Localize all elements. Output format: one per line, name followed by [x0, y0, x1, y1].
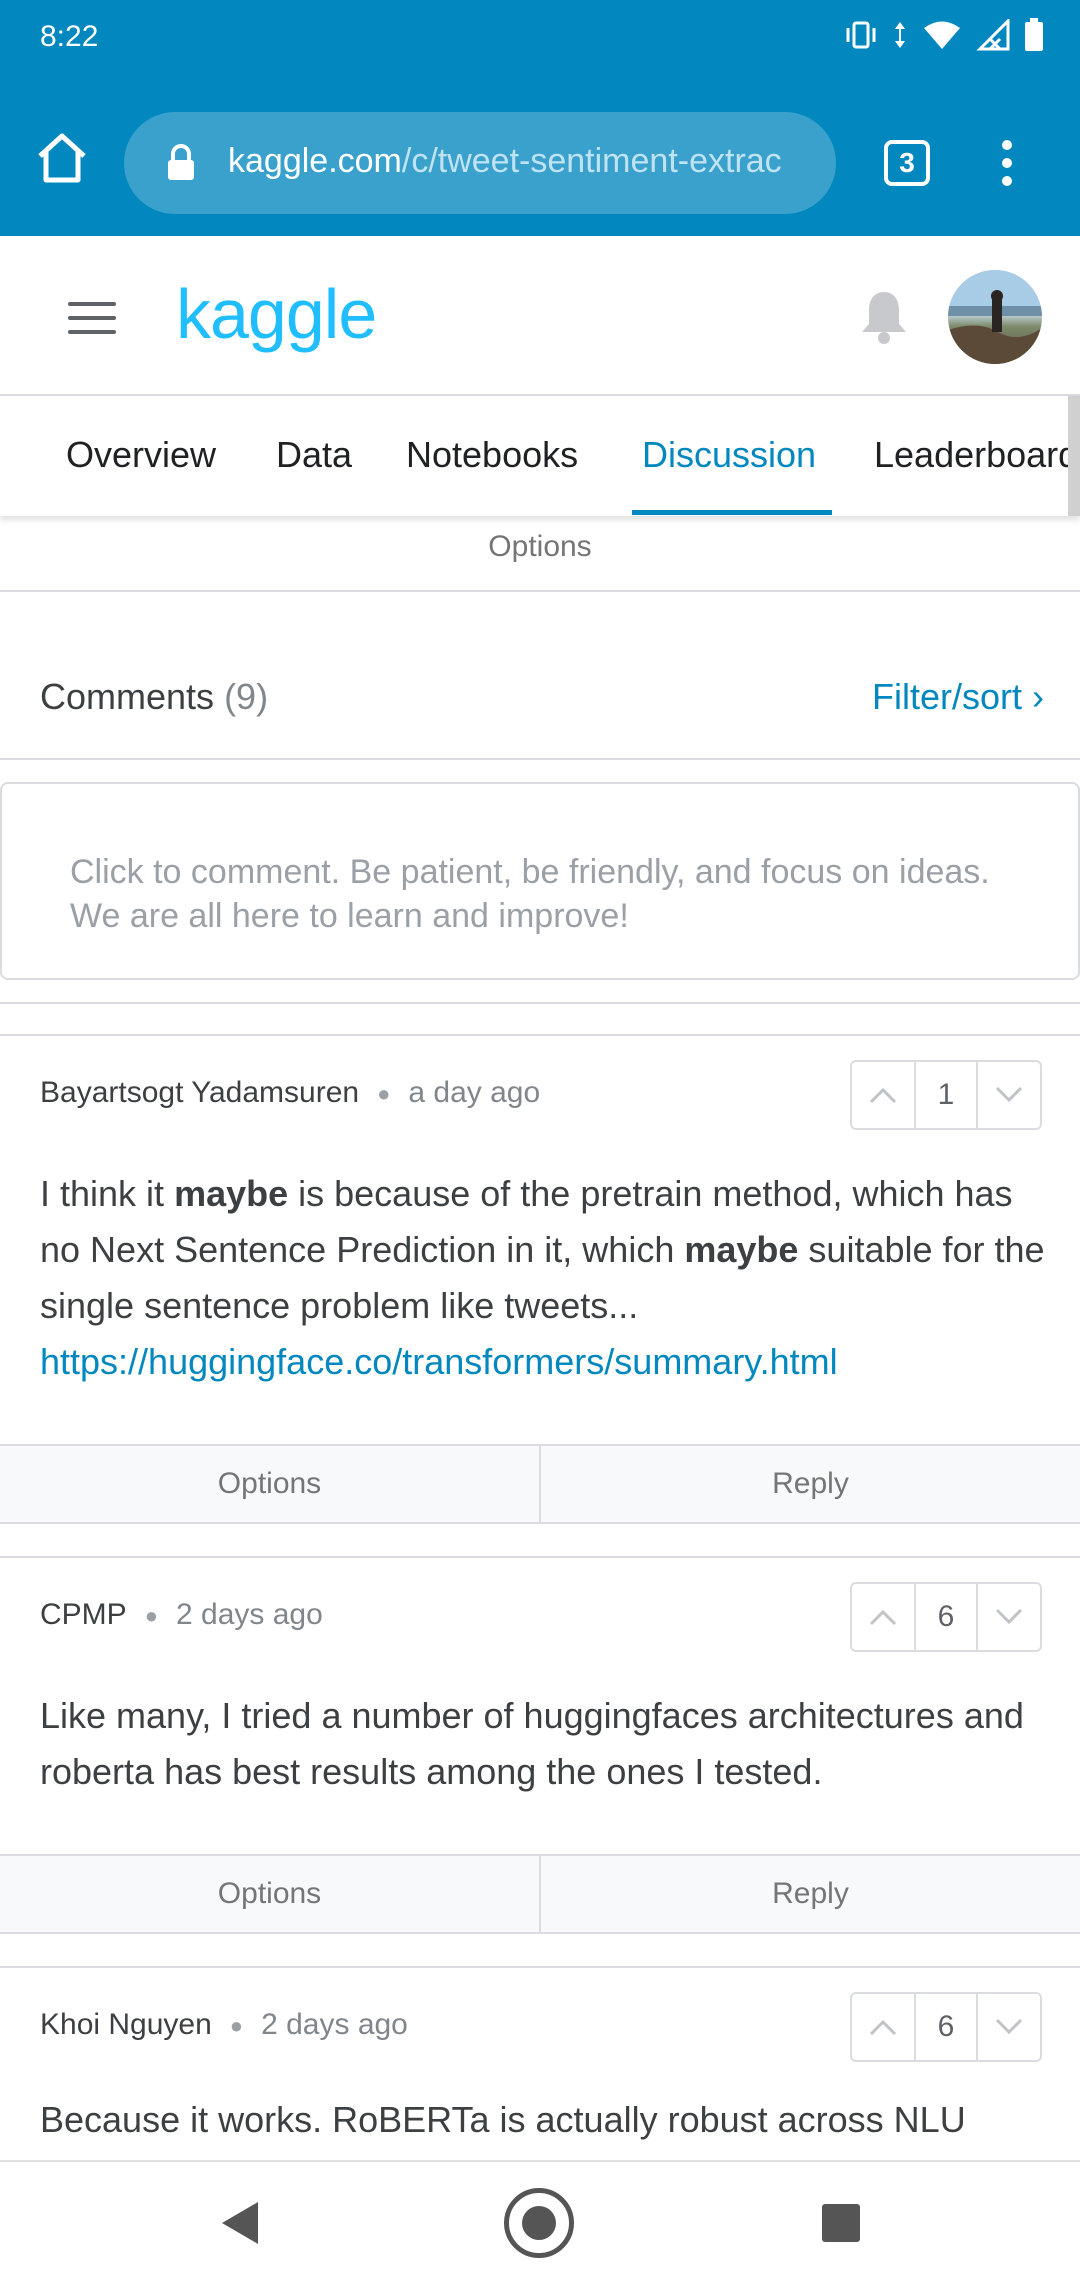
comments-header: Comments (9) Filter/sort › [0, 640, 1080, 760]
site-header: kaggle [0, 236, 1080, 396]
comments-title-text: Comments [40, 676, 215, 717]
battery-icon [1024, 18, 1044, 61]
comment-time: 2 days ago [175, 1598, 323, 1631]
tab-switcher-button[interactable]: 3 [884, 140, 930, 186]
competition-tabs: Overview Data Notebooks Discussion Leade… [0, 396, 1080, 516]
comments-title: Comments (9) [40, 676, 268, 718]
divider [0, 1002, 1080, 1004]
tabs-scroll-edge [1068, 396, 1080, 516]
comment-meta: CPMP ● 2 days ago [40, 1598, 323, 1631]
comment-bold-text: maybe [174, 1173, 289, 1214]
avatar[interactable] [948, 270, 1042, 364]
comment-item: Bayartsogt Yadamsuren ● a day ago 1 I thin… [0, 1034, 1080, 1444]
recents-icon[interactable] [822, 2204, 860, 2242]
active-tab-indicator [632, 510, 832, 515]
upvote-icon[interactable] [852, 1584, 914, 1650]
system-nav-bar [0, 2160, 1080, 2280]
comment-meta: Khoi Nguyen ● 2 days ago [40, 2008, 408, 2041]
filter-sort-button[interactable]: Filter/sort › [872, 676, 1044, 718]
comment-body: I think it maybe is because of the pretr… [40, 1166, 1050, 1390]
vote-count: 6 [914, 1994, 978, 2060]
status-bar: 8:22 [0, 0, 1080, 78]
downvote-icon[interactable] [978, 1062, 1040, 1128]
comment-options-button[interactable]: Options [0, 1446, 539, 1522]
comment-item: CPMP ● 2 days ago 6 Like many, I tried a n… [0, 1556, 1080, 1856]
upvote-icon[interactable] [852, 1062, 914, 1128]
tab-notebooks[interactable]: Notebooks [406, 434, 578, 476]
chevron-right-icon: › [1032, 676, 1044, 717]
back-icon[interactable] [218, 2200, 262, 2251]
topic-options-button[interactable]: Options [0, 516, 1080, 592]
comment-body: Because it works. RoBERTa is actually ro… [40, 2099, 966, 2140]
comment-reply-button[interactable]: Reply [539, 1446, 1080, 1522]
lock-icon [166, 144, 196, 182]
comment-author[interactable]: Khoi Nguyen [40, 2008, 212, 2041]
vote-count: 1 [914, 1062, 978, 1128]
comment-author[interactable]: Bayartsogt Yadamsuren [40, 1076, 359, 1109]
vote-widget: 6 [850, 1582, 1042, 1652]
comment-item: Khoi Nguyen ● 2 days ago 6 Because it work… [0, 1966, 1080, 2160]
signal-icon [976, 17, 1010, 60]
url-path: /c/tweet-sentiment-extrac [401, 142, 782, 180]
home-circle-icon[interactable] [504, 2188, 574, 2258]
downvote-icon[interactable] [978, 1584, 1040, 1650]
hamburger-menu-icon[interactable] [68, 302, 116, 334]
wifi-icon [922, 19, 962, 60]
page: 8:22 kaggle.com/c/tweet-sentiment-extrac… [0, 0, 1080, 2280]
more-menu-icon[interactable] [995, 136, 1019, 192]
filter-sort-label: Filter/sort [871, 676, 1022, 717]
kaggle-logo[interactable]: kaggle [176, 274, 377, 354]
comment-author[interactable]: CPMP [40, 1598, 127, 1631]
vibrate-icon [844, 20, 878, 59]
comment-time: 2 days ago [261, 2008, 408, 2041]
data-arrows-icon [892, 20, 908, 59]
comments-count: (9) [224, 676, 269, 717]
url-bar[interactable]: kaggle.com/c/tweet-sentiment-extrac [124, 112, 836, 214]
vote-widget: 1 [850, 1060, 1042, 1130]
tab-overview[interactable]: Overview [66, 434, 216, 476]
comment-time: a day ago [408, 1076, 541, 1109]
vote-widget: 6 [850, 1992, 1042, 2062]
tab-data[interactable]: Data [276, 434, 352, 476]
comment-actions: Options Reply [0, 1444, 1080, 1524]
comment-body: Like many, I tried a number of huggingfa… [40, 1695, 1024, 1792]
status-icons [844, 17, 1044, 61]
home-icon[interactable] [32, 128, 92, 188]
tab-leaderboard[interactable]: Leaderboard [874, 434, 1078, 476]
vote-count: 6 [914, 1584, 978, 1650]
comment-input[interactable]: Click to comment. Be patient, be friendl… [0, 782, 1080, 980]
comment-options-button[interactable]: Options [0, 1856, 539, 1932]
downvote-icon[interactable] [978, 1994, 1040, 2060]
comment-link[interactable]: https://huggingface.co/transformers/summ… [40, 1341, 838, 1382]
status-time: 8:22 [40, 20, 99, 53]
comment-text: I think it [40, 1173, 175, 1214]
url-domain: kaggle.com [228, 142, 402, 180]
comment-reply-button[interactable]: Reply [539, 1856, 1080, 1932]
tab-discussion[interactable]: Discussion [642, 434, 816, 476]
comment-meta: Bayartsogt Yadamsuren ● a day ago [40, 1076, 541, 1109]
url-text: kaggle.com/c/tweet-sentiment-extrac [228, 142, 782, 181]
comment-bold-text: maybe [684, 1229, 799, 1270]
comment-actions: Options Reply [0, 1854, 1080, 1934]
browser-toolbar: kaggle.com/c/tweet-sentiment-extrac 3 [0, 78, 1080, 236]
bell-icon[interactable] [856, 286, 912, 346]
upvote-icon[interactable] [852, 1994, 914, 2060]
